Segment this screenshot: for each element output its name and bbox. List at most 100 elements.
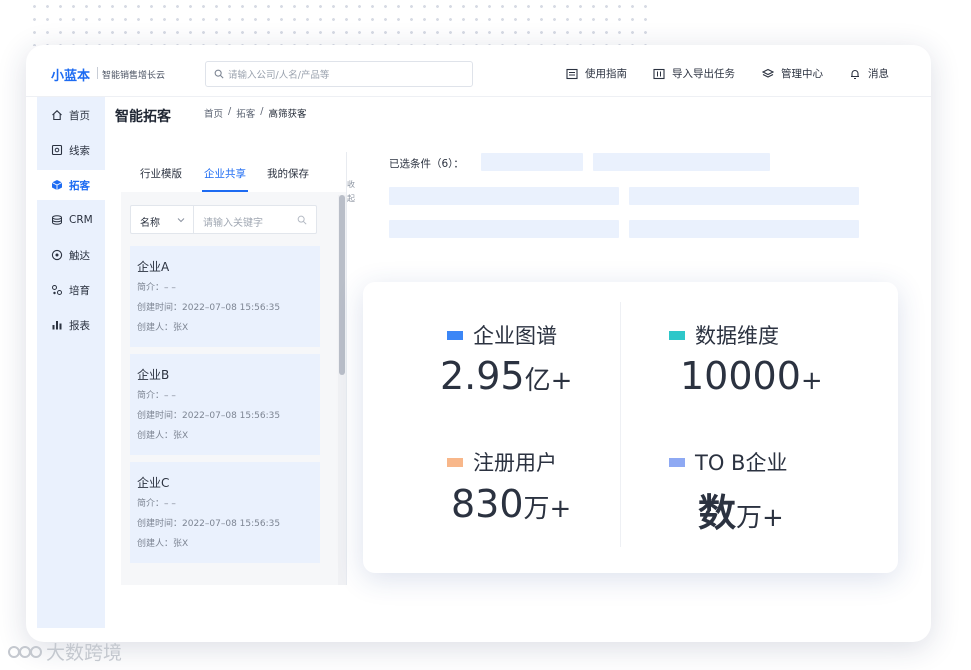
decorative-dot-grid [28,0,648,46]
breadcrumb-current: 高筛获客 [268,109,307,120]
card-intro: 简介：– – [137,283,176,293]
stat-label-text: 数据维度 [695,324,779,348]
collapse-panel-button[interactable]: 收起 [347,178,357,206]
breadcrumb-prospecting[interactable]: 拓客 [236,106,255,120]
sidebar-item-label: 首页 [69,109,90,122]
bell-icon [851,69,859,79]
watermark-logo-icon [8,645,42,658]
legend-swatch [669,457,685,467]
card-created-time: 创建时间：2022–07–08 15:56:35 [137,519,281,529]
card-intro: 简介：– – [137,499,176,509]
global-search[interactable]: 请输入公司/人名/产品等 [205,61,473,87]
stat-number: 数 [698,491,737,535]
search-icon[interactable] [297,215,307,225]
search-input[interactable]: 请输入公司/人名/产品等 [228,67,329,81]
nav-guide[interactable]: 使用指南 [566,66,627,81]
panel-tabs: 行业模版 企业共享 我的保存 [121,152,346,192]
field-select[interactable]: 名称 [140,214,160,229]
guide-icon [566,68,578,79]
tab-saved[interactable]: 我的保存 [267,166,309,181]
sidebar-item-label: 拓客 [69,179,90,192]
legend-swatch [669,330,685,340]
sidebar-item-label: 报表 [69,319,90,332]
stat-unit: 万+ [736,503,784,533]
stat-label-tob-enterprises: TO B企业 [669,447,787,477]
sidebar-item-nurture[interactable]: 培育 [37,275,105,305]
card-creator: 创建人：张X [137,431,189,441]
logo[interactable]: 小蓝本 [51,65,90,84]
legend-swatch [447,457,463,467]
keyword-search: 名称 请输入关键字 [130,205,317,234]
stat-number: 830 [451,482,524,526]
field-divider [193,206,194,233]
stats-card: 企业图谱 2.95亿+ 数据维度 10000+ 注册用户 830万+ TO B企… [363,282,898,573]
list-item[interactable]: 企业B 简介：– – 创建时间：2022–07–08 15:56:35 创建人：… [130,354,320,455]
logo-divider [97,67,98,79]
chevron-down-icon[interactable] [177,216,185,224]
stat-label-text: 企业图谱 [473,324,557,348]
panel-scrollbar[interactable] [339,195,345,375]
list-item[interactable]: 企业C 简介：– – 创建时间：2022–07–08 15:56:35 创建人：… [130,462,320,563]
nav-import-export-label: 导入导出任务 [672,68,735,80]
top-bar: 小蓝本 智能销售增长云 请输入公司/人名/产品等 使用指南 导入导出任务 管理中… [26,45,931,97]
app-window: 小蓝本 智能销售增长云 请输入公司/人名/产品等 使用指南 导入导出任务 管理中… [26,45,931,642]
breadcrumb-separator: / [228,106,232,117]
tagline: 智能销售增长云 [102,71,166,81]
condition-tag[interactable] [593,153,770,171]
cube-icon [51,180,63,190]
page-title: 智能拓客 [115,109,171,125]
sidebar-item-label: 培育 [69,284,90,297]
sidebar-item-home[interactable]: 首页 [37,100,105,130]
card-title: 企业C [137,476,170,490]
sidebar-item-clues[interactable]: 线索 [37,135,105,165]
target-icon [51,249,63,261]
stat-value-enterprise-graph: 2.95亿+ [440,354,572,398]
nav-import-export[interactable]: 导入导出任务 [653,66,735,81]
stat-label-text: TO B企业 [695,451,788,475]
legend-swatch [447,330,463,340]
list-item[interactable]: 企业A 简介：– – 创建时间：2022–07–08 15:56:35 创建人：… [130,246,320,347]
breadcrumb-home[interactable]: 首页 [204,106,223,120]
card-created-time: 创建时间：2022–07–08 15:56:35 [137,411,281,421]
stat-number: 10000 [680,354,801,398]
nav-admin[interactable]: 管理中心 [762,66,823,81]
condition-tag[interactable] [629,187,859,205]
condition-tag[interactable] [389,220,619,238]
nav-admin-label: 管理中心 [781,68,823,80]
chart-icon [52,321,62,330]
condition-tag[interactable] [481,153,583,171]
breadcrumb-separator: / [260,106,264,117]
watermark: 大数跨境 [8,638,122,665]
nurture-icon [52,285,62,295]
sidebar-item-label: CRM [69,214,93,226]
stat-label-registered-users: 注册用户 [447,447,557,477]
layers-icon [762,68,774,78]
stat-value-registered-users: 830万+ [451,482,571,526]
stat-label-enterprise-graph: 企业图谱 [447,320,557,350]
nav-messages-label: 消息 [868,68,889,80]
home-icon [52,110,62,121]
sidebar: 首页 线索 拓客 CRM 触达 培育 报表 [37,97,105,628]
keyword-input[interactable]: 请输入关键字 [203,214,263,229]
condition-tag[interactable] [389,187,619,205]
condition-tag[interactable] [629,220,859,238]
stat-value-data-dimensions: 10000+ [680,354,823,398]
sidebar-item-reach[interactable]: 触达 [37,240,105,270]
sidebar-item-reports[interactable]: 报表 [37,310,105,340]
panel-divider [346,152,347,585]
sidebar-item-crm[interactable]: CRM [37,205,105,235]
active-tab-indicator [202,190,248,192]
sidebar-item-prospecting[interactable]: 拓客 [37,170,105,200]
card-creator: 创建人：张X [137,539,189,549]
stat-value-tob-enterprises: 数万+ [698,482,784,537]
tab-shared[interactable]: 企业共享 [204,166,246,181]
card-title: 企业B [137,368,170,382]
template-panel: 行业模版 企业共享 我的保存 名称 请输入关键字 企业A 简介：– – 创建时间… [121,152,346,585]
watermark-text: 大数跨境 [46,642,123,664]
breadcrumb: 首页 / 拓客 / 高筛获客 [204,106,306,120]
nav-messages[interactable]: 消息 [849,66,889,81]
tab-industry-template[interactable]: 行业模版 [140,166,182,181]
stat-unit: + [800,366,823,396]
stats-divider [620,302,621,547]
stat-number: 2.95 [440,354,525,398]
